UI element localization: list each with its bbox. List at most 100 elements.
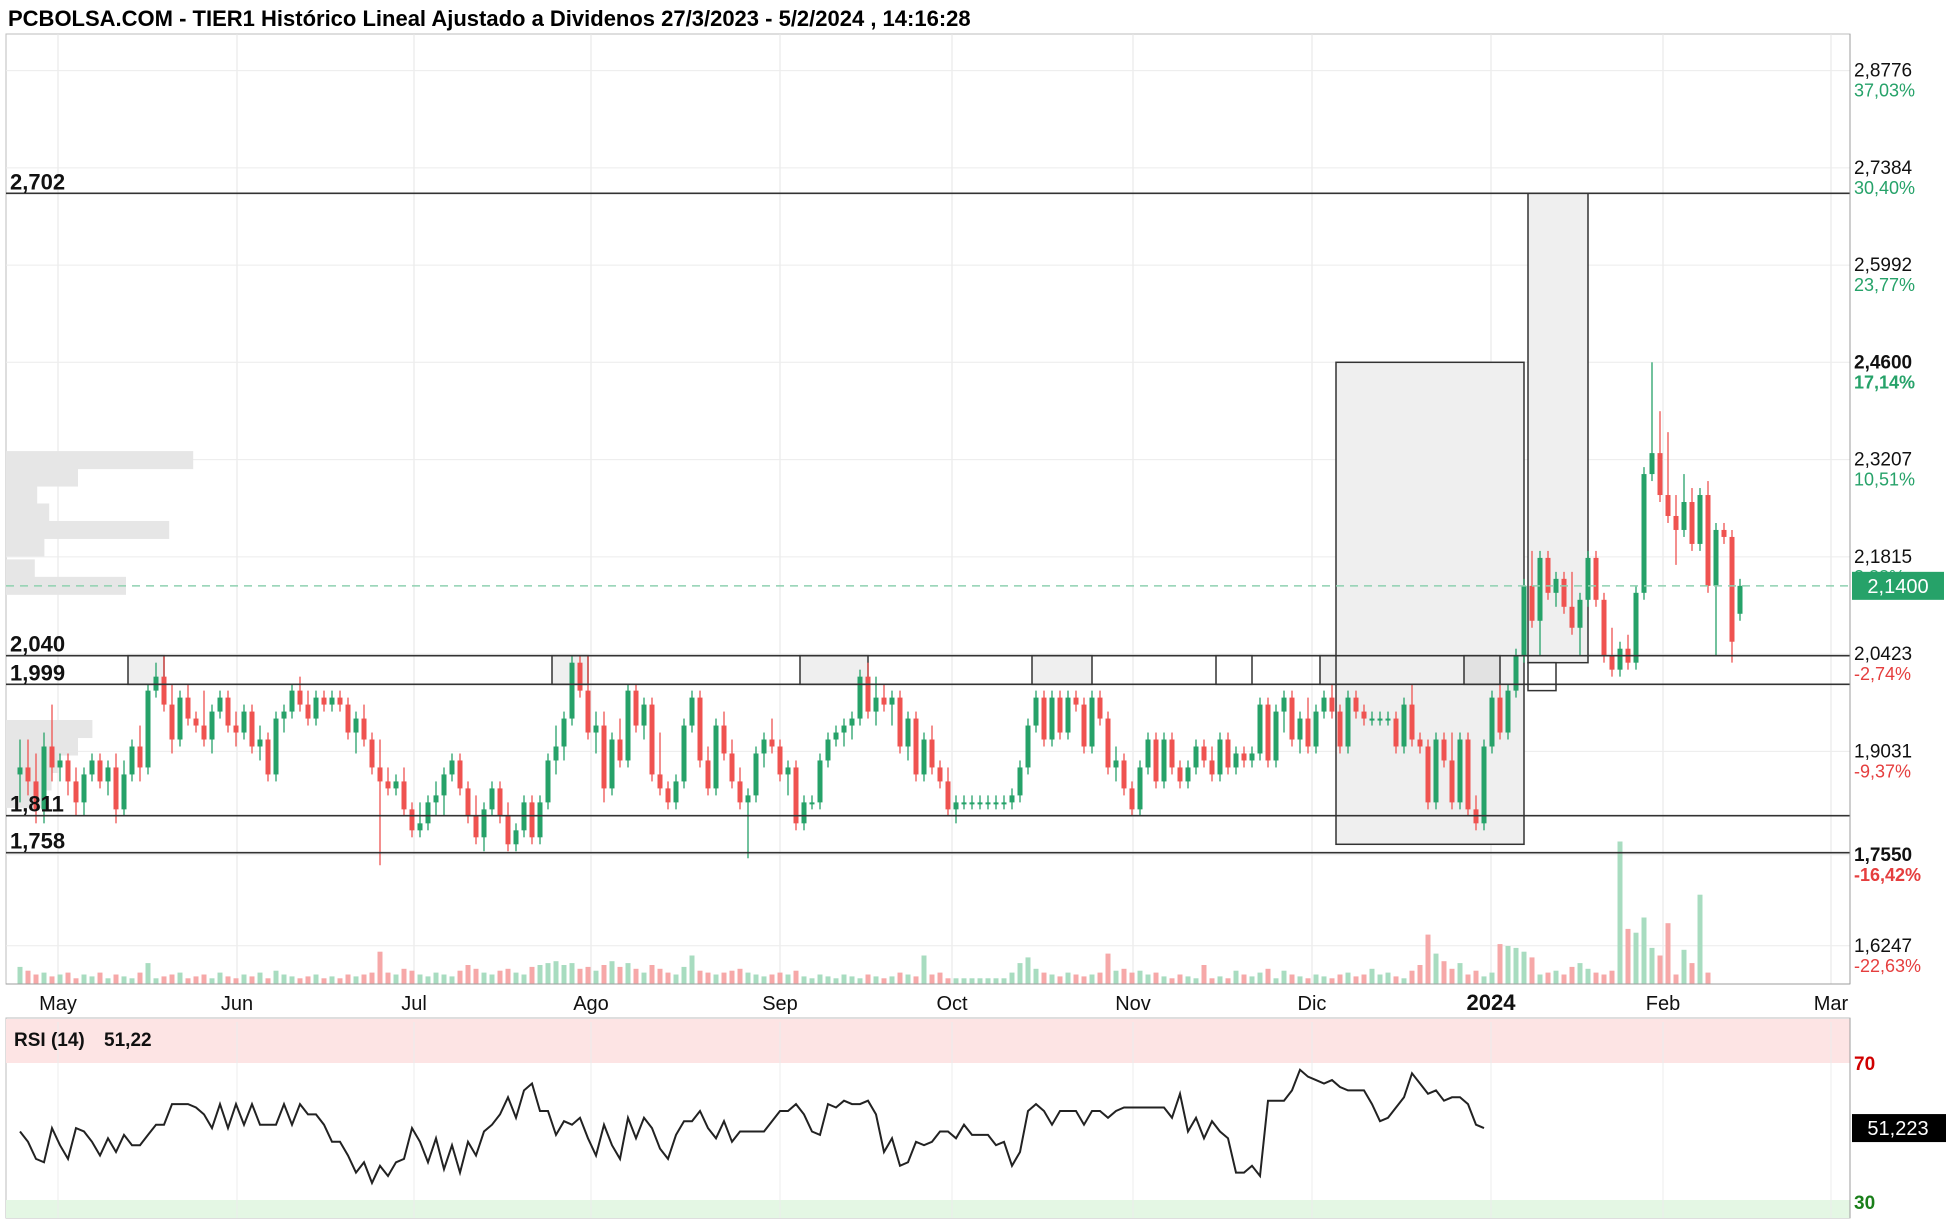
range-box (1463, 654, 1501, 686)
candle-body (729, 753, 735, 782)
candle-body (249, 711, 255, 747)
price-chart[interactable]: PCBOLSA.COM - TIER1 Histórico Lineal Aju… (0, 0, 1950, 1222)
candle-body (481, 809, 487, 838)
candle-body (1489, 697, 1495, 747)
volume-bar (761, 976, 767, 984)
volume-bar (929, 974, 935, 984)
volume-bar (569, 963, 575, 984)
volume-bar (1681, 949, 1687, 984)
volume-bar (465, 965, 471, 984)
volume-bar (561, 965, 567, 984)
candle-body (1649, 453, 1655, 475)
candle-body (297, 690, 303, 705)
volume-bar (617, 966, 623, 984)
volume-bar (233, 978, 239, 984)
volume-bar (577, 968, 583, 984)
volume-bar (961, 978, 967, 984)
volume-bar (225, 976, 231, 984)
range-box (1031, 654, 1093, 686)
candle-body (1233, 753, 1239, 768)
candle-body (1585, 557, 1591, 600)
price-tick-percent: -22,63% (1854, 956, 1921, 976)
candle-body (1313, 711, 1319, 747)
candle-body (865, 676, 871, 712)
candle-body (233, 725, 239, 733)
volume-bar (1505, 946, 1511, 984)
candle-body (1353, 697, 1359, 712)
volume-bar (1025, 957, 1031, 984)
rsi-value-tag: 51,223 (1867, 1118, 1928, 1140)
volume-bar (1313, 974, 1319, 984)
candle-body (769, 739, 775, 747)
volume-bar (881, 978, 887, 984)
volume-bar (449, 976, 455, 984)
volume-bar (1545, 972, 1551, 984)
month-label: Sep (762, 993, 798, 1015)
volume-bar (1209, 978, 1215, 984)
candle-body (657, 774, 663, 789)
candle-body (809, 802, 815, 805)
volume-bar (329, 976, 335, 984)
candle-body (1657, 453, 1663, 496)
volume-bar (1369, 968, 1375, 984)
candle-body (969, 802, 975, 805)
candle-body (145, 690, 151, 768)
candle-body (1497, 697, 1503, 733)
volume-bar (921, 955, 927, 984)
volume-bar (1241, 974, 1247, 984)
candle-body (841, 725, 847, 733)
candle-body (353, 718, 359, 733)
volume-bar (1481, 976, 1487, 984)
volume-bar (49, 976, 55, 984)
candle-body (1513, 655, 1519, 691)
month-label: Jun (221, 993, 253, 1015)
volume-bar (1377, 974, 1383, 984)
volume-bar (1161, 976, 1167, 984)
candle-body (209, 711, 215, 740)
price-tick-percent: 37,03% (1854, 81, 1915, 101)
volume-bar (1457, 963, 1463, 984)
volume-profile-bar (6, 486, 38, 505)
volume-bar (713, 974, 719, 984)
candle-body (25, 767, 31, 782)
volume-bar (745, 972, 751, 984)
volume-bar (1601, 974, 1607, 984)
volume-bar (305, 976, 311, 984)
volume-bar (401, 968, 407, 984)
volume-bar (969, 978, 975, 984)
candle-body (705, 760, 711, 789)
candle-body (905, 718, 911, 747)
volume-bar (417, 974, 423, 984)
candle-body (113, 767, 119, 810)
candle-body (537, 802, 543, 838)
volume-bar (1497, 944, 1503, 984)
candle-body (545, 760, 551, 803)
volume-bar (89, 976, 95, 984)
candle-body (929, 739, 935, 768)
volume-bar (833, 978, 839, 984)
volume-profile-bar (6, 503, 50, 522)
candle-body (1001, 802, 1007, 805)
candle-body (121, 774, 127, 810)
volume-bar (33, 974, 39, 984)
candle-body (1409, 704, 1415, 740)
candle-body (649, 704, 655, 775)
volume-bar (1625, 928, 1631, 984)
volume-bar (1273, 978, 1279, 984)
rsi-30-label: 30 (1854, 1193, 1875, 1214)
candle-body (1297, 718, 1303, 740)
candle-body (1033, 697, 1039, 726)
volume-bar (297, 978, 303, 984)
volume-bar (97, 972, 103, 984)
candle-body (49, 746, 55, 768)
candle-body (1249, 753, 1255, 761)
candle-body (577, 662, 583, 691)
volume-bar (145, 963, 151, 984)
candle-body (1049, 697, 1055, 740)
volume-bar (1689, 963, 1695, 984)
volume-profile-bar (6, 520, 170, 539)
candle-body (1113, 760, 1119, 768)
candle-body (105, 767, 111, 782)
candle-body (433, 795, 439, 803)
candle-body (1697, 495, 1703, 544)
